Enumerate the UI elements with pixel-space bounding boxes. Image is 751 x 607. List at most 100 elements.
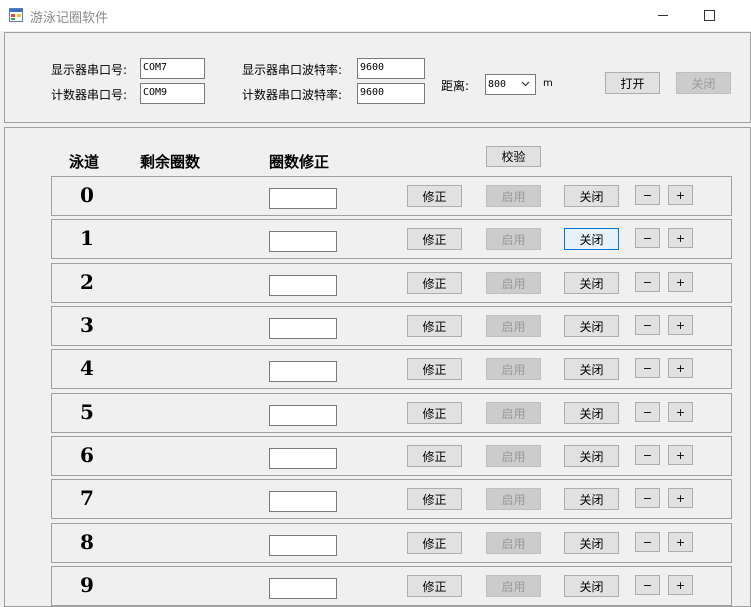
lane-fix-button[interactable]: 修正 [407,185,462,207]
correction-column-header: 圈数修正 [269,153,330,171]
lane-row [51,306,732,346]
lane-plus-button[interactable]: + [668,228,693,248]
display-port-field[interactable]: COM7 [140,58,205,79]
counter-baud-label: 计数器串口波特率: [242,88,343,102]
lane-correction-input[interactable] [269,275,337,296]
distance-value: 800 [488,79,507,90]
lane-number: 2 [80,270,94,294]
lane-close-button[interactable]: 关闭 [564,575,619,597]
lane-fix-button[interactable]: 修正 [407,532,462,554]
minimize-icon[interactable] [640,0,686,31]
display-baud-label: 显示器串口波特率: [242,63,343,77]
lane-enable-button[interactable]: 启用 [486,488,541,510]
lane-enable-button[interactable]: 启用 [486,185,541,207]
lane-enable-button[interactable]: 启用 [486,358,541,380]
lane-close-button[interactable]: 关闭 [564,402,619,424]
lane-minus-button[interactable]: − [635,445,660,465]
lane-minus-button[interactable]: − [635,488,660,508]
lane-number: 9 [80,573,94,597]
lane-plus-button[interactable]: + [668,402,693,422]
lane-enable-button[interactable]: 启用 [486,315,541,337]
lane-correction-input[interactable] [269,361,337,382]
verify-button[interactable]: 校验 [486,146,541,167]
lane-close-button[interactable]: 关闭 [564,185,619,207]
lane-enable-button[interactable]: 启用 [486,402,541,424]
close-port-button[interactable]: 关闭 [676,72,731,94]
remaining-column-header: 剩余圈数 [140,153,201,171]
lane-enable-button[interactable]: 启用 [486,445,541,467]
counter-baud-field[interactable]: 9600 [357,83,425,104]
lane-row [51,176,732,216]
lane-correction-input[interactable] [269,231,337,252]
lane-correction-input[interactable] [269,491,337,512]
distance-select[interactable]: 800 [485,74,536,95]
maximize-icon[interactable] [686,0,732,31]
lane-minus-button[interactable]: − [635,315,660,335]
lane-minus-button[interactable]: − [635,358,660,378]
lane-close-button[interactable]: 关闭 [564,358,619,380]
title-bar: 游泳记圈软件 [0,0,751,31]
app-form-icon [9,8,23,22]
lane-close-button[interactable]: 关闭 [564,445,619,467]
lane-row [51,523,732,563]
lane-fix-button[interactable]: 修正 [407,315,462,337]
display-baud-field[interactable]: 9600 [357,58,425,79]
lane-row [51,263,732,303]
lane-enable-button[interactable]: 启用 [486,228,541,250]
lane-minus-button[interactable]: − [635,185,660,205]
lane-fix-button[interactable]: 修正 [407,488,462,510]
lane-plus-button[interactable]: + [668,532,693,552]
lane-row [51,219,732,259]
lane-number: 1 [80,226,94,250]
lane-close-button[interactable]: 关闭 [564,488,619,510]
lane-close-button[interactable]: 关闭 [564,228,619,250]
lane-close-button[interactable]: 关闭 [564,272,619,294]
lane-fix-button[interactable]: 修正 [407,358,462,380]
lane-plus-button[interactable]: + [668,575,693,595]
lane-row [51,436,732,476]
lane-fix-button[interactable]: 修正 [407,272,462,294]
lane-correction-input[interactable] [269,318,337,339]
lane-number: 6 [80,443,94,467]
lane-plus-button[interactable]: + [668,358,693,378]
lane-close-button[interactable]: 关闭 [564,315,619,337]
lane-close-button[interactable]: 关闭 [564,532,619,554]
lane-minus-button[interactable]: − [635,575,660,595]
counter-port-field[interactable]: COM9 [140,83,205,104]
lane-plus-button[interactable]: + [668,315,693,335]
distance-unit: m [543,78,553,89]
lane-enable-button[interactable]: 启用 [486,532,541,554]
lane-row [51,479,732,519]
window-title: 游泳记圈软件 [30,11,109,26]
lane-number: 3 [80,313,94,337]
lane-correction-input[interactable] [269,448,337,469]
lane-correction-input[interactable] [269,578,337,599]
lane-enable-button[interactable]: 启用 [486,272,541,294]
lane-fix-button[interactable]: 修正 [407,445,462,467]
lane-fix-button[interactable]: 修正 [407,228,462,250]
lane-plus-button[interactable]: + [668,445,693,465]
lane-minus-button[interactable]: − [635,532,660,552]
lane-plus-button[interactable]: + [668,185,693,205]
lane-correction-input[interactable] [269,188,337,209]
lane-minus-button[interactable]: − [635,228,660,248]
lane-correction-input[interactable] [269,405,337,426]
lane-fix-button[interactable]: 修正 [407,575,462,597]
lane-number: 5 [80,400,94,424]
distance-label: 距离: [441,79,470,93]
lane-minus-button[interactable]: − [635,402,660,422]
lane-number: 7 [80,486,94,510]
lane-row [51,566,732,606]
lane-plus-button[interactable]: + [668,488,693,508]
lane-fix-button[interactable]: 修正 [407,402,462,424]
lane-plus-button[interactable]: + [668,272,693,292]
chevron-down-icon[interactable] [521,79,530,91]
lane-minus-button[interactable]: − [635,272,660,292]
lane-row [51,349,732,389]
lane-column-header: 泳道 [69,153,100,171]
counter-port-label: 计数器串口号: [51,88,128,102]
lane-row [51,393,732,433]
open-button[interactable]: 打开 [605,72,660,94]
lane-correction-input[interactable] [269,535,337,556]
lane-enable-button[interactable]: 启用 [486,575,541,597]
